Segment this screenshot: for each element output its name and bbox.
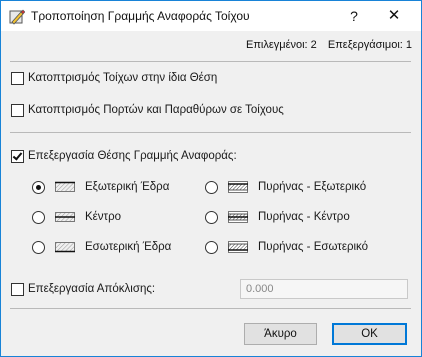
divider — [10, 308, 411, 309]
mirror-openings-option[interactable]: Κατοπτρισμός Πορτών και Παραθύρων σε Τοί… — [11, 102, 284, 118]
radio-exterior-face-label: Εξωτερική Έδρα — [85, 181, 170, 193]
radio-center[interactable]: Κέντρο — [32, 208, 121, 226]
radio-exterior-face[interactable]: Εξωτερική Έδρα — [32, 178, 169, 196]
radio-button[interactable] — [205, 180, 218, 194]
radio-button[interactable] — [205, 210, 218, 224]
edit-offset-option[interactable]: Επεξεργασία Απόκλισης: — [11, 281, 155, 297]
divider — [10, 61, 411, 62]
wall-interior-face-icon — [55, 242, 75, 253]
radio-center-label: Κέντρο — [85, 211, 122, 223]
mirror-openings-label: Κατοπτρισμός Πορτών και Παραθύρων σε Τοί… — [28, 104, 284, 116]
wall-center-icon — [55, 212, 75, 222]
ok-button[interactable]: OK — [332, 323, 407, 345]
edit-position-checkbox[interactable] — [11, 149, 24, 163]
radio-core-interior[interactable]: Πυρήνας - Εσωτερικό — [205, 238, 368, 256]
radio-button[interactable] — [32, 180, 45, 194]
edit-position-label: Επεξεργασία Θέσης Γραμμής Αναφοράς: — [28, 150, 237, 162]
mirror-walls-option[interactable]: Κατοπτρισμός Τοίχων στην ίδια Θέση — [11, 70, 217, 86]
help-button[interactable]: ? — [339, 6, 369, 26]
mirror-openings-checkbox[interactable] — [11, 103, 24, 117]
wall-exterior-face-icon — [55, 181, 75, 192]
divider — [10, 132, 411, 133]
radio-button[interactable] — [32, 210, 45, 224]
wall-core-exterior-icon — [228, 181, 248, 193]
title-bar[interactable]: Τροποποίηση Γραμμής Αναφοράς Τοίχου ? ✕ — [1, 1, 421, 31]
radio-core-center-label: Πυρήνας - Κέντρο — [258, 211, 350, 223]
edit-offset-checkbox[interactable] — [11, 282, 24, 296]
wall-core-interior-icon — [228, 241, 248, 253]
radio-button[interactable] — [32, 240, 45, 254]
radio-core-center[interactable]: Πυρήνας - Κέντρο — [205, 208, 350, 226]
mirror-walls-label: Κατοπτρισμός Τοίχων στην ίδια Θέση — [28, 72, 218, 84]
edit-offset-label: Επεξεργασία Απόκλισης: — [28, 283, 156, 295]
editable-count: Επεξεργάσιμοι: 1 — [327, 39, 412, 51]
app-icon — [9, 9, 25, 25]
close-button[interactable]: ✕ — [379, 6, 409, 26]
radio-interior-face-label: Εσωτερική Έδρα — [85, 241, 172, 253]
offset-input[interactable]: 0.000 — [240, 279, 408, 299]
dialog-window: Τροποποίηση Γραμμής Αναφοράς Τοίχου ? ✕ … — [0, 0, 422, 357]
mirror-walls-checkbox[interactable] — [11, 71, 24, 85]
selection-counts: Επιλεγμένοι: 2 Επεξεργάσιμοι: 1 — [238, 39, 412, 51]
cancel-button[interactable]: Άκυρο — [244, 323, 317, 345]
dialog-title: Τροποποίηση Γραμμής Αναφοράς Τοίχου — [31, 9, 250, 23]
selected-count: Επιλεγμένοι: 2 — [245, 39, 317, 51]
radio-interior-face[interactable]: Εσωτερική Έδρα — [32, 238, 171, 256]
wall-core-center-icon — [228, 211, 248, 223]
edit-position-option[interactable]: Επεξεργασία Θέσης Γραμμής Αναφοράς: — [11, 148, 237, 164]
radio-core-exterior-label: Πυρήνας - Εξωτερικό — [258, 181, 367, 193]
radio-core-interior-label: Πυρήνας - Εσωτερικό — [258, 241, 369, 253]
radio-core-exterior[interactable]: Πυρήνας - Εξωτερικό — [205, 178, 366, 196]
radio-button[interactable] — [205, 240, 218, 254]
